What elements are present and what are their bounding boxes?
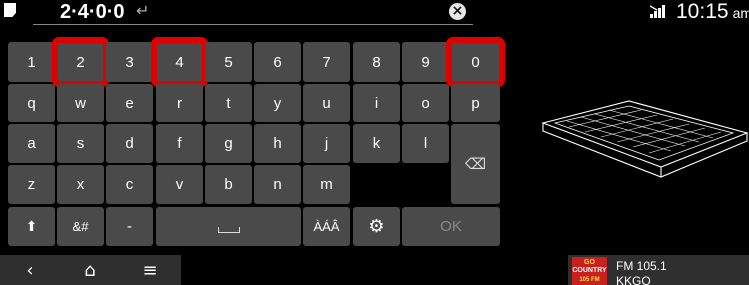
key-8[interactable]: 8 xyxy=(353,42,400,82)
key-3[interactable]: 3 xyxy=(106,42,153,82)
clock-ampm: am xyxy=(732,5,749,21)
space-key[interactable] xyxy=(156,207,301,246)
bottom-nav-bar: ‹ ⌂ ≡ xyxy=(0,255,181,285)
onscreen-keyboard: 1 2 3 4 5 6 7 8 9 0 q w e r t y u i o p … xyxy=(8,37,505,246)
key-l[interactable]: l xyxy=(402,124,449,163)
key-h[interactable]: h xyxy=(254,124,301,163)
key-1[interactable]: 1 xyxy=(8,42,55,82)
clock: 10:15 am xyxy=(676,0,749,25)
key-k[interactable]: k xyxy=(353,124,400,163)
key-u[interactable]: u xyxy=(303,84,350,122)
home-icon: ⌂ xyxy=(84,259,96,281)
keyboard-illustration xyxy=(541,100,749,178)
shift-icon: ⬆ xyxy=(25,218,38,235)
key-d[interactable]: d xyxy=(106,124,153,163)
dash-key[interactable]: - xyxy=(106,207,153,246)
key-m[interactable]: m xyxy=(303,165,350,204)
key-j[interactable]: j xyxy=(303,124,350,163)
key-o[interactable]: o xyxy=(402,84,449,122)
key-q[interactable]: q xyxy=(8,84,55,122)
entry-underline xyxy=(33,24,473,25)
symbols-key[interactable]: &# xyxy=(57,207,104,246)
key-7[interactable]: 7 xyxy=(303,42,350,82)
key-n[interactable]: n xyxy=(254,165,301,204)
logo-line3: 105 FM xyxy=(579,277,600,283)
key-a[interactable]: a xyxy=(8,124,55,163)
key-4[interactable]: 4 xyxy=(151,37,208,87)
key-2[interactable]: 2 xyxy=(52,37,109,87)
clear-input-button[interactable]: × xyxy=(449,3,466,20)
key-z[interactable]: z xyxy=(8,165,55,204)
key-5[interactable]: 5 xyxy=(205,42,252,82)
shift-key[interactable]: ⬆ xyxy=(8,207,55,246)
logo-line2: COUNTRY xyxy=(572,267,607,274)
key-g[interactable]: g xyxy=(205,124,252,163)
key-c[interactable]: c xyxy=(106,165,153,204)
menu-icon: ≡ xyxy=(142,259,158,281)
key-x[interactable]: x xyxy=(57,165,104,204)
entry-text[interactable]: 2·4·0·0 xyxy=(60,0,124,24)
station-logo: GO COUNTRY 105 FM xyxy=(572,257,607,285)
key-9[interactable]: 9 xyxy=(402,42,449,82)
key-i[interactable]: i xyxy=(353,84,400,122)
clock-time: 10:15 xyxy=(676,0,729,23)
key-r[interactable]: r xyxy=(156,84,203,122)
settings-key[interactable]: ⚙ xyxy=(353,207,400,246)
document-icon xyxy=(4,3,16,17)
accents-key[interactable]: ÀÁÂ xyxy=(303,207,350,246)
key-t[interactable]: t xyxy=(205,84,252,122)
station-frequency: FM 105.1 xyxy=(616,259,667,273)
now-playing-bar[interactable]: GO COUNTRY 105 FM FM 105.1 KKGO xyxy=(568,255,749,285)
space-icon xyxy=(217,226,240,233)
station-callsign: KKGO xyxy=(616,274,651,285)
menu-button[interactable]: ≡ xyxy=(120,255,180,285)
key-6[interactable]: 6 xyxy=(254,42,301,82)
key-v[interactable]: v xyxy=(156,165,203,204)
key-f[interactable]: f xyxy=(156,124,203,163)
home-button[interactable]: ⌂ xyxy=(60,255,120,285)
top-bar: 2·4·0·0 ↵ × 10:15 am xyxy=(0,0,749,32)
backspace-icon: ⌫ xyxy=(464,155,487,173)
logo-line1: GO xyxy=(584,259,595,266)
key-b[interactable]: b xyxy=(205,165,252,204)
key-e[interactable]: e xyxy=(106,84,153,122)
key-p[interactable]: p xyxy=(451,84,500,122)
return-icon: ↵ xyxy=(136,1,150,20)
gear-icon: ⚙ xyxy=(368,216,385,237)
back-button[interactable]: ‹ xyxy=(0,255,60,285)
key-s[interactable]: s xyxy=(57,124,104,163)
key-w[interactable]: w xyxy=(57,84,104,122)
ok-key[interactable]: OK xyxy=(402,207,500,246)
key-0[interactable]: 0 xyxy=(446,37,505,87)
backspace-key[interactable]: ⌫ xyxy=(451,124,500,204)
signal-icon xyxy=(650,5,665,18)
key-y[interactable]: y xyxy=(254,84,301,122)
back-icon: ‹ xyxy=(26,259,34,281)
